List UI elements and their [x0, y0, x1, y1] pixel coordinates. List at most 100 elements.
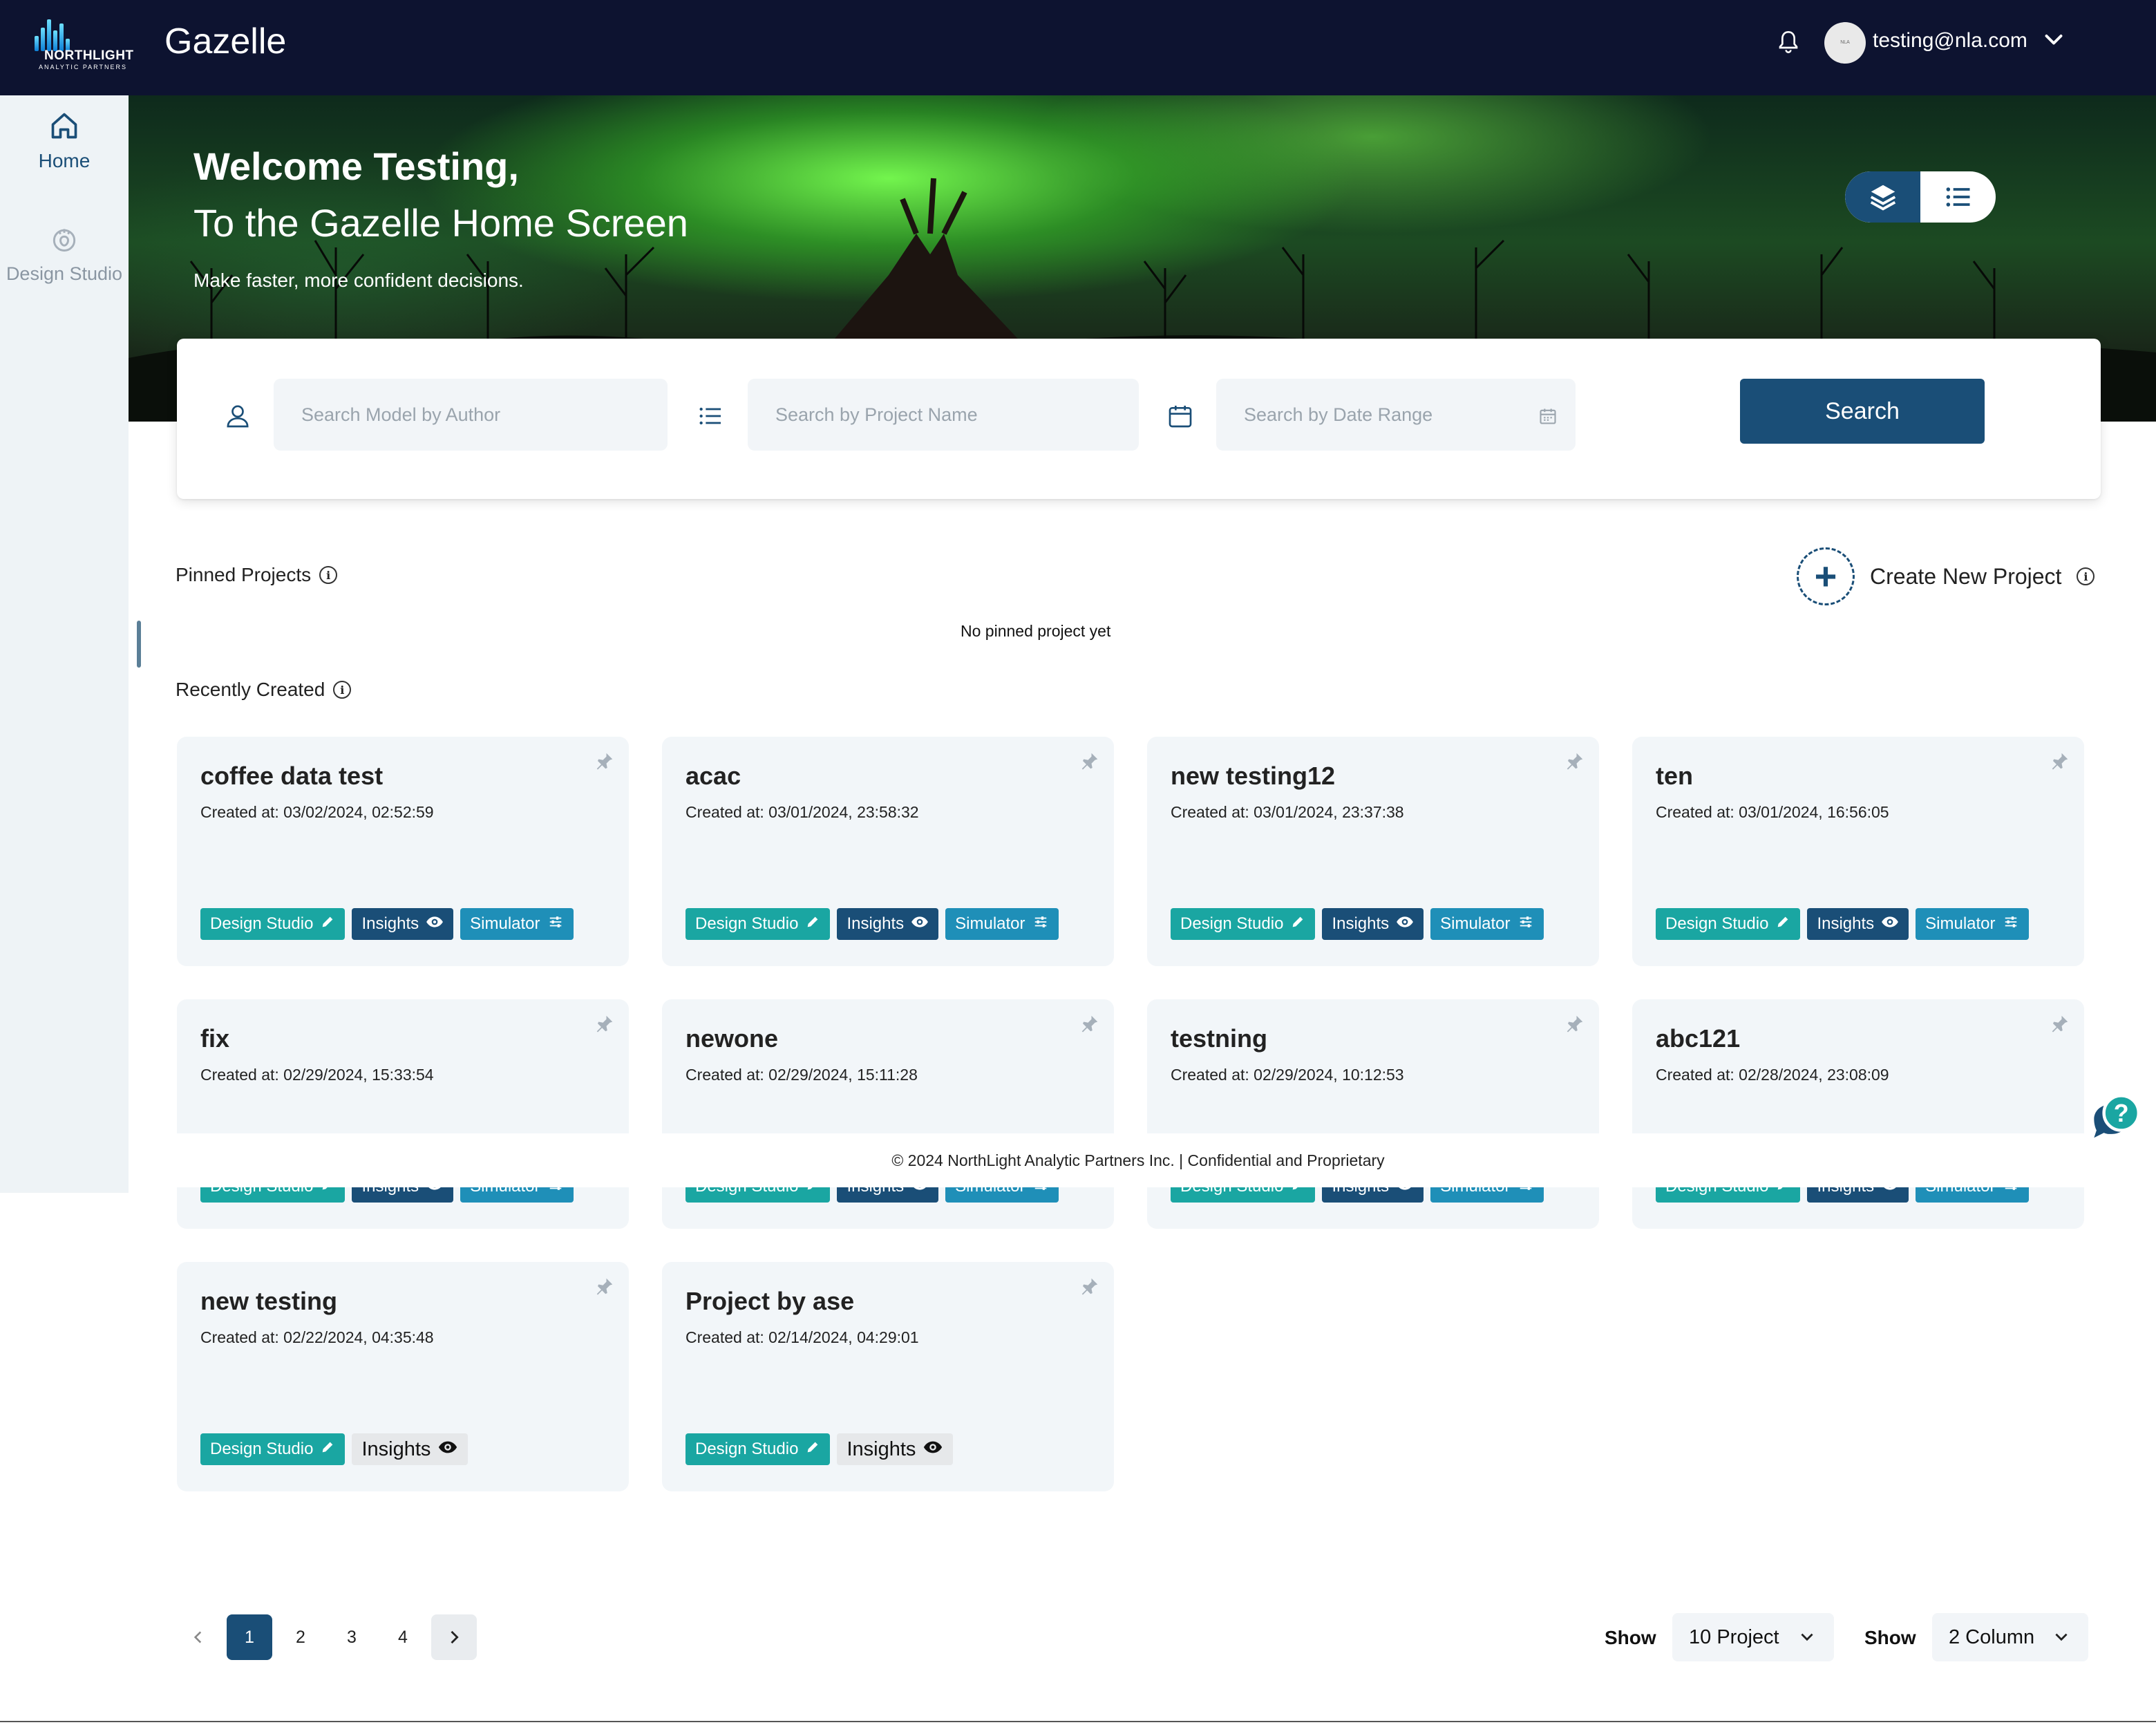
welcome-subtitle: To the Gazelle Home Screen	[193, 201, 688, 245]
project-created-date: Created at: 02/29/2024, 15:33:54	[200, 1066, 434, 1084]
project-card[interactable]: ten Created at: 03/01/2024, 16:56:05 Desig…	[1632, 737, 2084, 966]
project-title: ten	[1656, 762, 1693, 790]
insights-tag-label: Insights	[361, 914, 419, 933]
info-icon[interactable]: i	[333, 681, 352, 699]
eye-icon	[1396, 914, 1414, 934]
design-studio-tag-label: Design Studio	[695, 1440, 799, 1458]
pin-icon[interactable]	[1079, 1276, 1100, 1297]
page-button-3[interactable]: 3	[329, 1614, 375, 1660]
design-studio-tag-label: Design Studio	[1665, 914, 1769, 933]
bell-icon[interactable]	[1777, 29, 1799, 55]
next-page-button[interactable]	[431, 1614, 477, 1660]
pin-icon[interactable]	[2050, 751, 2070, 771]
insights-tag[interactable]: Insights	[352, 908, 454, 940]
date-picker-icon[interactable]	[1538, 406, 1558, 426]
insights-tag[interactable]: Insights	[1807, 908, 1909, 940]
simulator-tag[interactable]: Simulator	[945, 908, 1059, 940]
author-search-input[interactable]	[274, 379, 668, 451]
insights-tag[interactable]: Insights	[352, 1433, 469, 1465]
northlight-logo[interactable]: NORTHLIGHT ANALYTIC PARTNERS	[32, 17, 135, 75]
info-icon[interactable]: i	[319, 566, 338, 584]
svg-text:?: ?	[2114, 1100, 2129, 1127]
simulator-tag-label: Simulator	[1925, 914, 1996, 933]
design-studio-tag-label: Design Studio	[1180, 914, 1284, 933]
sidebar-item-home[interactable]: Home	[0, 111, 129, 172]
design-studio-tag[interactable]: Design Studio	[685, 1433, 831, 1465]
project-title: testning	[1171, 1024, 1267, 1053]
insights-tag[interactable]: Insights	[1322, 908, 1424, 940]
pencil-icon	[805, 1440, 820, 1460]
project-created-date: Created at: 03/01/2024, 23:58:32	[685, 803, 919, 821]
pin-icon[interactable]	[1079, 751, 1100, 771]
page-button-1[interactable]: 1	[227, 1614, 272, 1660]
simulator-tag[interactable]: Simulator	[460, 908, 574, 940]
project-card[interactable]: coffee data test Created at: 03/02/2024, …	[177, 737, 629, 966]
simulator-tag-label: Simulator	[470, 914, 540, 933]
project-card[interactable]: new testing12 Created at: 03/01/2024, 23:…	[1147, 737, 1599, 966]
columns-select[interactable]: 2 Column	[1932, 1613, 2088, 1661]
page-bottom-border	[0, 1721, 2156, 1722]
simulator-tag[interactable]: Simulator	[1430, 908, 1544, 940]
chevron-down-icon	[2055, 1633, 2068, 1641]
date-range-input[interactable]	[1216, 379, 1576, 451]
design-studio-tag[interactable]: Design Studio	[1171, 908, 1316, 940]
design-studio-tag[interactable]: Design Studio	[1656, 908, 1801, 940]
insights-tag[interactable]: Insights	[837, 908, 939, 940]
pin-icon[interactable]	[1564, 751, 1585, 771]
page-button-2[interactable]: 2	[278, 1614, 323, 1660]
project-card[interactable]: abc121Created at: 02/28/2024, 23:08:09De…	[1632, 999, 2084, 1229]
project-card[interactable]: testning Created at: 02/29/2024, 10:12:53…	[1147, 999, 1599, 1229]
scrollbar-thumb[interactable]	[137, 621, 141, 668]
project-title: fix	[200, 1024, 230, 1053]
logo-name: NORTHLIGHT	[44, 48, 134, 63]
create-new-project-button[interactable]: + Create New Project i	[1797, 547, 2095, 605]
project-card[interactable]: newoneCreated at: 02/29/2024, 15:11:28De…	[662, 999, 1114, 1229]
user-icon	[227, 405, 249, 428]
info-icon[interactable]: i	[2077, 567, 2095, 585]
project-created-date: Created at: 02/29/2024, 15:11:28	[685, 1066, 918, 1084]
avatar[interactable]: NLA	[1824, 22, 1866, 64]
no-pinned-message: No pinned project yet	[961, 622, 1111, 640]
sliders-icon	[547, 914, 564, 934]
list-view-button[interactable]	[1920, 171, 1996, 223]
page-button-4[interactable]: 4	[380, 1614, 426, 1660]
per-page-select[interactable]: 10 Project	[1672, 1613, 1834, 1661]
pencil-icon	[1290, 914, 1305, 934]
simulator-tag[interactable]: Simulator	[1916, 908, 2029, 940]
project-card[interactable]: Project by ase Created at: 02/14/2024, 04…	[662, 1262, 1114, 1491]
help-chat-icon[interactable]: ?	[2084, 1092, 2144, 1151]
plus-icon[interactable]: +	[1797, 547, 1855, 605]
eye-icon	[911, 914, 929, 934]
home-icon	[51, 113, 77, 139]
design-studio-tag[interactable]: Design Studio	[685, 908, 831, 940]
project-card[interactable]: new testing Created at: 02/22/2024, 04:35…	[177, 1262, 629, 1491]
eye-icon	[437, 1438, 458, 1461]
project-name-search-input[interactable]	[748, 379, 1139, 451]
list-icon	[1946, 187, 1969, 207]
pin-icon[interactable]	[594, 1013, 615, 1034]
pin-icon[interactable]	[2050, 1013, 2070, 1034]
search-button[interactable]: Search	[1740, 379, 1985, 444]
pin-icon[interactable]	[594, 751, 615, 771]
pin-icon[interactable]	[1079, 1013, 1100, 1034]
eye-icon	[1881, 914, 1899, 934]
columns-value: 2 Column	[1949, 1625, 2035, 1648]
card-view-button[interactable]	[1845, 171, 1920, 223]
pin-icon[interactable]	[594, 1276, 615, 1297]
project-created-date: Created at: 02/29/2024, 10:12:53	[1171, 1066, 1404, 1084]
sidebar-item-design-studio[interactable]: Design Studio	[0, 224, 129, 285]
chevron-down-icon[interactable]	[2041, 28, 2066, 53]
project-title: newone	[685, 1024, 779, 1053]
design-studio-tag[interactable]: Design Studio	[200, 1433, 346, 1465]
insights-tag[interactable]: Insights	[837, 1433, 954, 1465]
design-studio-tag[interactable]: Design Studio	[200, 908, 346, 940]
eye-icon	[426, 914, 444, 934]
pin-icon[interactable]	[1564, 1013, 1585, 1034]
project-tags: Design Studio Insights	[200, 1433, 469, 1465]
project-card[interactable]: acac Created at: 03/01/2024, 23:58:32 Desi…	[662, 737, 1114, 966]
prev-page-button[interactable]	[176, 1614, 221, 1660]
user-email[interactable]: testing@nla.com	[1873, 29, 2027, 53]
pencil-icon	[320, 914, 335, 934]
project-card[interactable]: fixCreated at: 02/29/2024, 15:33:54Desig…	[177, 999, 629, 1229]
insights-tag-label: Insights	[1332, 914, 1390, 933]
